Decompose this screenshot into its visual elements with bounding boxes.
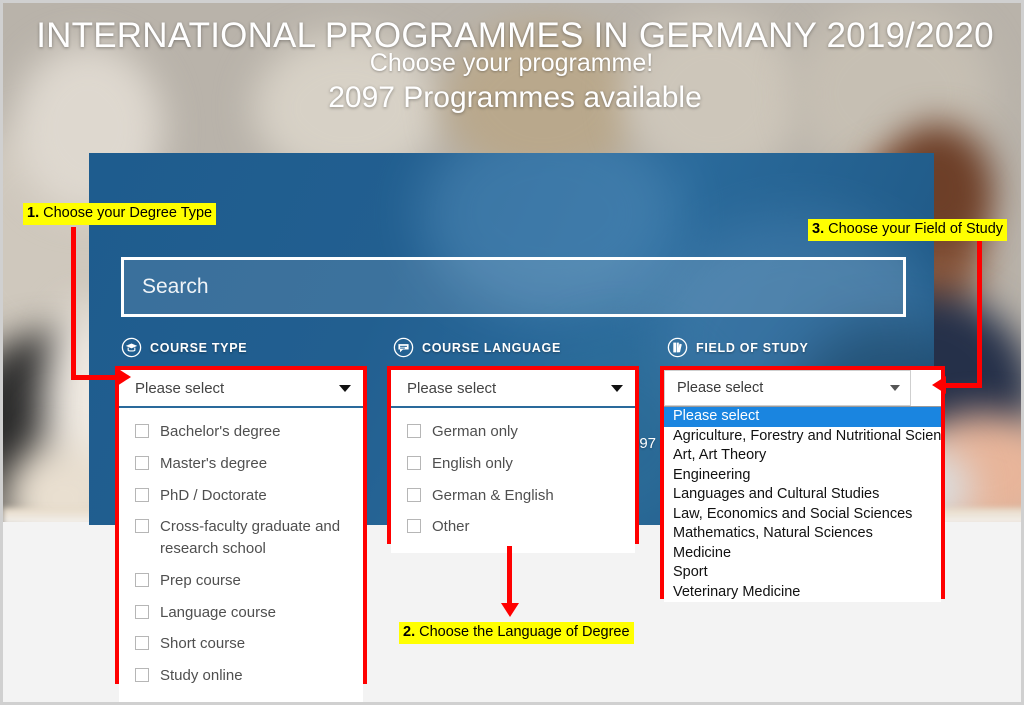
checkbox[interactable]: [407, 424, 421, 438]
list-item[interactable]: Art, Art Theory: [664, 446, 941, 466]
page-subtitle: 2097 Programmes available: [328, 81, 702, 114]
list-item[interactable]: Short course: [119, 628, 363, 660]
list-item[interactable]: Languages and Cultural Studies: [664, 485, 941, 505]
checkbox[interactable]: [135, 455, 149, 470]
checkbox[interactable]: [407, 487, 421, 502]
list-item-label: Bachelor's degree: [160, 423, 281, 440]
list-item-label: Other: [432, 518, 470, 536]
list-item-label: Prep course: [160, 571, 241, 589]
checkbox[interactable]: [135, 668, 149, 682]
annotation-1-number: 1.: [27, 205, 40, 221]
list-item[interactable]: Prep course: [119, 565, 363, 597]
chevron-down-icon: [890, 385, 900, 391]
list-item-label: Study online: [160, 667, 243, 684]
field-of-study-dropdown[interactable]: Please select Please select Agriculture,…: [660, 366, 945, 602]
annotation-2: 2. Choose the Language of Degree: [399, 622, 634, 644]
list-item[interactable]: Please select: [664, 407, 941, 427]
list-item-label: English only: [432, 454, 513, 472]
list-item-label: Language course: [160, 603, 276, 621]
column-header-label: COURSE LANGUAGE: [422, 340, 561, 355]
annotation-1-text: Choose your Degree Type: [39, 205, 213, 221]
list-item[interactable]: Language course: [119, 597, 363, 629]
panel-heading: Choose your programme!: [369, 49, 654, 77]
list-item[interactable]: Law, Economics and Social Sciences: [664, 505, 941, 525]
list-item[interactable]: Bachelor's degree: [119, 416, 363, 448]
list-item[interactable]: Agriculture, Forestry and Nutritional Sc…: [664, 427, 941, 447]
course-type-dropdown[interactable]: Please select Bachelor's degree Master's…: [115, 366, 367, 702]
list-item[interactable]: Study online: [119, 660, 363, 692]
checkbox[interactable]: [135, 424, 149, 438]
checkbox[interactable]: [407, 519, 421, 534]
list-item[interactable]: PhD / Doctorate: [119, 480, 363, 512]
annotation-3-number: 3.: [812, 221, 825, 237]
search-input[interactable]: Search: [121, 257, 906, 317]
list-item-label: PhD / Doctorate: [160, 486, 267, 504]
annotation-3-arrow: [932, 241, 1021, 401]
column-header-field-of-study: FIELD OF STUDY: [667, 337, 809, 358]
checkbox[interactable]: [135, 487, 149, 502]
list-item[interactable]: Medicine: [664, 544, 941, 564]
course-language-selected-value: Please select: [407, 379, 497, 397]
field-of-study-select-trigger[interactable]: Please select: [664, 370, 911, 406]
checkbox[interactable]: [135, 604, 149, 619]
page-root: INTERNATIONAL PROGRAMMES IN GERMANY 2019…: [0, 0, 1024, 705]
list-item[interactable]: Master's degree: [119, 448, 363, 480]
annotation-2-number: 2.: [403, 624, 416, 640]
annotation-1-arrow: [63, 227, 193, 397]
annotation-2-text: Choose the Language of Degree: [415, 624, 630, 640]
list-item-label: Cross-faculty graduate and research scho…: [160, 518, 341, 557]
list-item[interactable]: Mathematics, Natural Sciences: [664, 524, 941, 544]
course-language-select-trigger[interactable]: Please select: [391, 370, 635, 408]
field-of-study-selected-value: Please select: [677, 380, 764, 396]
list-item-label: German only: [432, 423, 518, 440]
list-item[interactable]: Engineering: [664, 466, 941, 486]
list-item-label: German & English: [432, 486, 554, 504]
field-of-study-option-list: Please select Agriculture, Forestry and …: [664, 406, 941, 602]
chevron-down-icon: [611, 384, 623, 392]
list-item[interactable]: Veterinary Medicine: [664, 583, 941, 603]
list-item[interactable]: English only: [391, 448, 635, 480]
speech-bubble-icon: [393, 337, 414, 358]
checkbox[interactable]: [407, 455, 421, 470]
list-item-label: Master's degree: [160, 454, 268, 472]
column-header-course-language: COURSE LANGUAGE: [393, 337, 561, 358]
list-item[interactable]: Cross-faculty graduate and research scho…: [119, 511, 363, 565]
checkbox[interactable]: [135, 572, 149, 587]
course-language-dropdown[interactable]: Please select German only English only G…: [387, 366, 639, 553]
checkbox[interactable]: [135, 636, 149, 651]
checkbox[interactable]: [135, 519, 149, 534]
annotation-3-text: Choose your Field of Study: [824, 221, 1004, 237]
list-item[interactable]: German & English: [391, 480, 635, 512]
course-language-option-list: German only English only German & Englis…: [391, 408, 635, 553]
annotation-1: 1. Choose your Degree Type: [23, 203, 217, 225]
annotation-2-arrow: [501, 546, 533, 622]
book-icon: [667, 337, 688, 358]
list-item[interactable]: Other: [391, 511, 635, 543]
annotation-3: 3. Choose your Field of Study: [808, 219, 1008, 241]
list-item[interactable]: German only: [391, 416, 635, 448]
column-header-label: FIELD OF STUDY: [696, 340, 809, 355]
list-item[interactable]: Sport: [664, 563, 941, 583]
course-type-option-list: Bachelor's degree Master's degree PhD / …: [119, 408, 363, 702]
list-item-label: Short course: [160, 635, 246, 653]
chevron-down-icon: [339, 384, 351, 392]
